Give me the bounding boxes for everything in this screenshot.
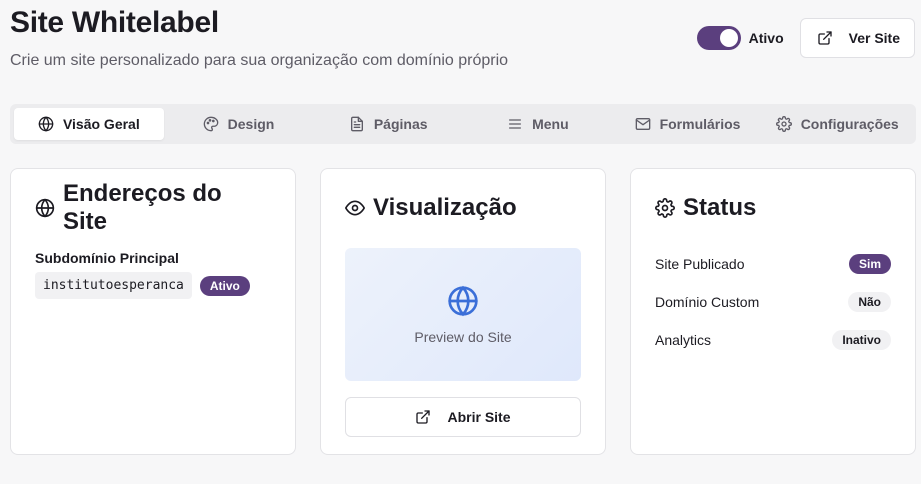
- status-label: Analytics: [655, 332, 712, 348]
- status-card-title: Status: [655, 193, 891, 223]
- gear-icon: [775, 116, 792, 132]
- open-site-label: Abrir Site: [447, 409, 511, 425]
- mail-icon: [635, 116, 651, 132]
- status-row-analytics: Analytics Inativo: [655, 321, 891, 359]
- preview-placeholder-text: Preview do Site: [414, 328, 512, 345]
- tab-design[interactable]: Design: [164, 108, 314, 140]
- tab-overview[interactable]: Visão Geral: [14, 108, 164, 140]
- preview-card: Visualização Preview do Site Abrir Site: [320, 168, 606, 455]
- view-site-label: Ver Site: [848, 30, 900, 46]
- status-label: Site Publicado: [655, 256, 745, 272]
- tab-label: Visão Geral: [62, 116, 140, 132]
- tab-pages[interactable]: Páginas: [313, 108, 463, 140]
- tab-label: Configurações: [800, 116, 899, 132]
- gear-icon: [655, 198, 675, 218]
- status-badge: Sim: [848, 254, 891, 274]
- tab-label: Páginas: [373, 116, 428, 132]
- tab-bar: Visão Geral Design Páginas Menu Formulár…: [10, 104, 916, 144]
- site-preview: Preview do Site: [345, 248, 581, 381]
- page-title: Site Whitelabel: [10, 6, 219, 39]
- subdomain-status-badge: Ativo: [199, 275, 250, 296]
- external-link-icon: [817, 30, 833, 46]
- preview-title-text: Visualização: [373, 194, 517, 221]
- subdomain-row: institutoesperanca Ativo: [35, 272, 271, 299]
- eye-icon: [345, 198, 365, 218]
- toggle-knob: [719, 29, 738, 47]
- status-label: Domínio Custom: [655, 294, 760, 310]
- status-list: Site Publicado Sim Domínio Custom Não An…: [655, 245, 891, 359]
- globe-icon: [38, 116, 54, 132]
- tab-label: Formulários: [659, 116, 741, 132]
- tab-settings[interactable]: Configurações: [762, 108, 912, 140]
- tab-menu[interactable]: Menu: [463, 108, 613, 140]
- view-site-button[interactable]: Ver Site: [799, 18, 915, 58]
- page-subtitle: Crie um site personalizado para sua orga…: [10, 52, 509, 69]
- tab-label: Design: [227, 116, 275, 132]
- site-active-toggle[interactable]: [696, 26, 741, 50]
- status-card: Status Site Publicado Sim Domínio Custom…: [630, 168, 916, 455]
- status-row-custom-domain: Domínio Custom Não: [655, 283, 891, 321]
- tab-forms[interactable]: Formulários: [613, 108, 763, 140]
- globe-icon: [35, 198, 55, 218]
- addresses-card: Endereços do Site Subdomínio Principal i…: [10, 168, 296, 455]
- subdomain-value: institutoesperanca: [35, 272, 192, 299]
- status-badge: Inativo: [832, 330, 891, 350]
- subdomain-label: Subdomínio Principal: [35, 250, 179, 266]
- status-badge: Não: [848, 292, 891, 312]
- palette-icon: [203, 116, 219, 132]
- toggle-label: Ativo: [748, 30, 784, 46]
- tab-label: Menu: [532, 116, 569, 132]
- open-site-button[interactable]: Abrir Site: [345, 397, 581, 437]
- preview-card-title: Visualização: [345, 193, 581, 223]
- addresses-card-title: Endereços do Site: [35, 180, 271, 235]
- external-link-icon: [415, 409, 431, 425]
- addresses-title-text: Endereços do Site: [63, 180, 222, 235]
- file-text-icon: [349, 116, 365, 132]
- menu-icon: [507, 116, 523, 132]
- page-header: Site Whitelabel Crie um site personaliza…: [10, 4, 508, 70]
- status-title-text: Status: [683, 194, 757, 221]
- header-actions: Ativo Ver Site: [696, 18, 915, 58]
- globe-icon: [447, 285, 479, 317]
- status-row-published: Site Publicado Sim: [655, 245, 891, 283]
